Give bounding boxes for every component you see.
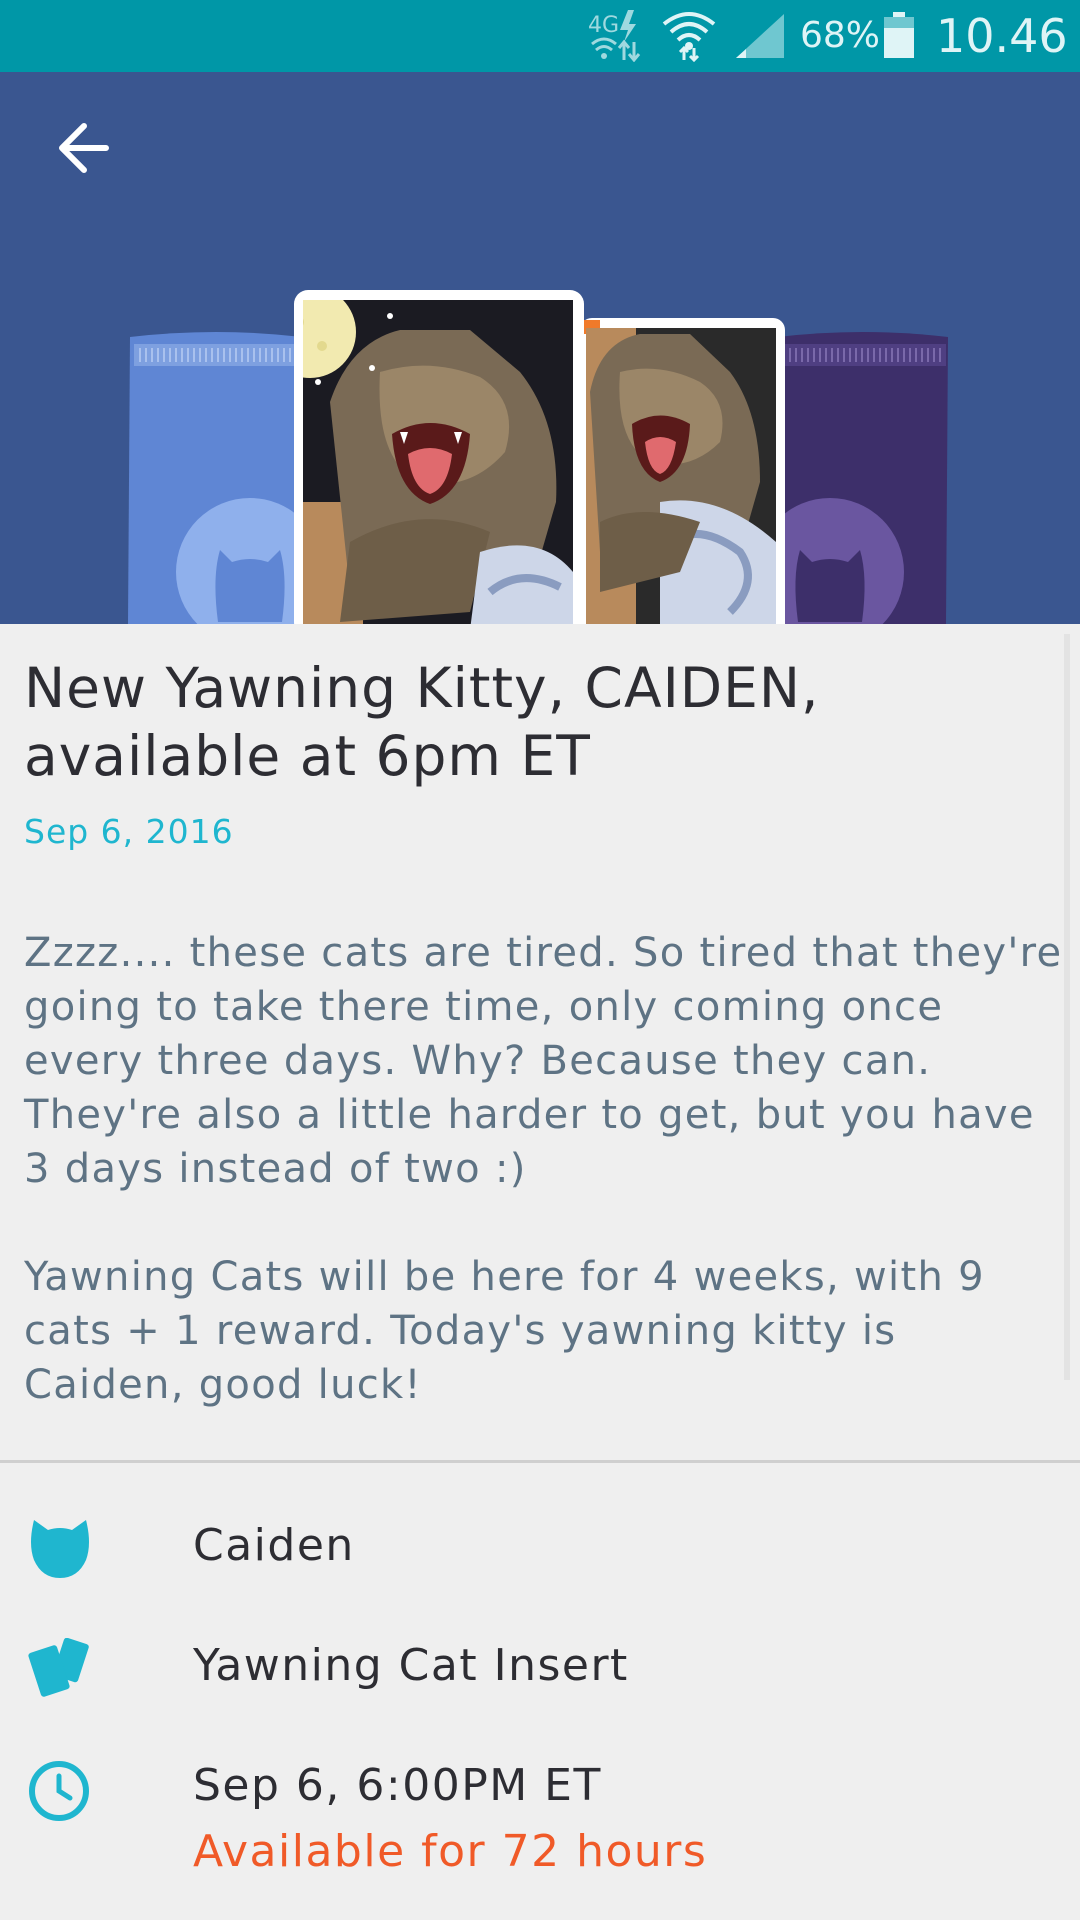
hero-banner xyxy=(0,72,1080,624)
scrollbar[interactable] xyxy=(1064,634,1070,1380)
wifi-icon xyxy=(662,12,716,62)
article-paragraph: Yawning Cats will be here for 4 weeks, w… xyxy=(24,1254,985,1408)
back-arrow-icon[interactable] xyxy=(46,110,122,186)
clock-icon xyxy=(29,1761,89,1821)
signal-icon xyxy=(736,14,784,58)
cat-head-icon xyxy=(31,1520,89,1578)
divider xyxy=(0,1460,1080,1463)
detail-row-release: Sep 6, 6:00PM ET xyxy=(0,1754,1080,1834)
status-clock: 10.46 xyxy=(936,9,1068,63)
svg-text:4G: 4G xyxy=(588,13,619,38)
cat-name: Caiden xyxy=(193,1520,355,1571)
mobile-data-icon: 4G xyxy=(588,10,641,62)
cat-card-pack-illustration xyxy=(128,290,948,624)
status-bar: 4G 68% 10.46 xyxy=(0,0,1080,72)
battery-icon xyxy=(884,12,914,58)
cards-icon xyxy=(28,1638,89,1697)
availability-text: Available for 72 hours xyxy=(193,1826,708,1877)
article-body: Zzzz.... these cats are tired. So tired … xyxy=(24,926,1064,1466)
article-date: Sep 6, 2016 xyxy=(24,812,234,851)
battery-percent: 68% xyxy=(800,15,881,56)
release-time: Sep 6, 6:00PM ET xyxy=(193,1760,602,1811)
article-title: New Yawning Kitty, CAIDEN, available at … xyxy=(24,656,820,788)
detail-row-insert: Yawning Cat Insert xyxy=(0,1634,1080,1714)
article-paragraph: Zzzz.... these cats are tired. So tired … xyxy=(24,930,1063,1192)
insert-name: Yawning Cat Insert xyxy=(193,1640,629,1691)
detail-row-cat: Caiden xyxy=(0,1514,1080,1594)
